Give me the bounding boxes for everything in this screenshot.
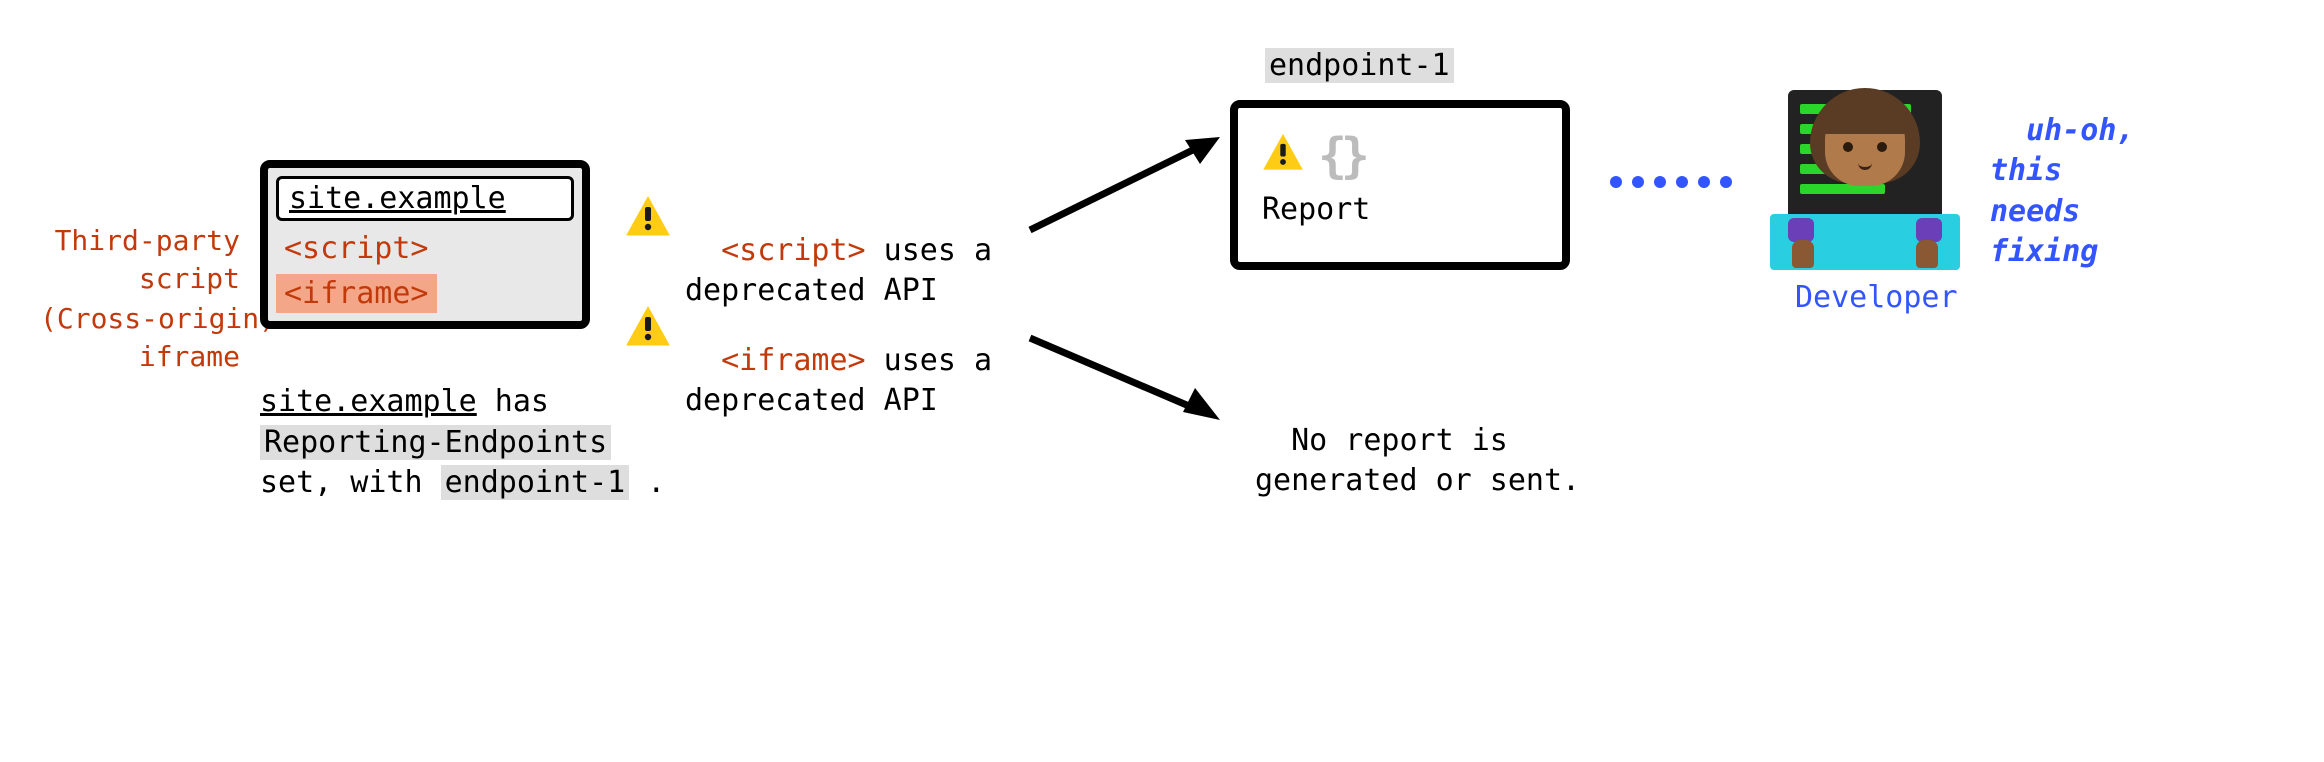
label-third-party-script: Third-party script (40, 222, 240, 298)
developer-label: Developer (1795, 280, 1958, 315)
developer-thought: uh-oh, this needs fixing (1990, 70, 2135, 273)
caption-site: site.example (260, 384, 477, 419)
no-report-text: No report is generated or sent. (1255, 380, 1580, 502)
warning-text-iframe: <iframe> uses a deprecated API (685, 300, 992, 422)
dotted-connector (1610, 176, 1732, 188)
url-bar: site.example (276, 176, 574, 221)
warning-icon-script (625, 195, 671, 245)
endpoint-name-label: endpoint-1 (1265, 48, 1454, 83)
report-label: Report (1262, 192, 1538, 227)
warning-text-script: <script> uses a deprecated API (685, 190, 992, 312)
iframe-tag: <iframe> (276, 274, 437, 313)
arrow-to-endpoint (1025, 130, 1225, 248)
warning-icon-report (1262, 133, 1304, 179)
report-braces-icon: {} (1318, 128, 1364, 184)
warning-icon-iframe (625, 305, 671, 355)
caption-header: Reporting-Endpoints (260, 425, 611, 460)
browser-caption: site.example has Reporting-Endpoints set… (260, 382, 680, 504)
browser-window: site.example <script> <iframe> (260, 160, 590, 329)
endpoint-window: {} Report (1230, 100, 1570, 270)
arrow-to-no-report (1025, 330, 1225, 438)
developer-illustration (1770, 80, 1960, 270)
caption-endpoint: endpoint-1 (441, 465, 630, 500)
label-cross-origin-iframe: (Cross-origin) iframe (40, 300, 240, 376)
script-tag: <script> (276, 229, 574, 268)
